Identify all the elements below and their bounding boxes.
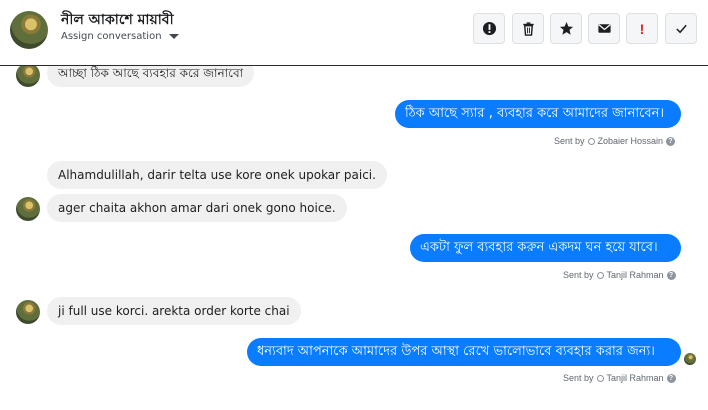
agent-icon	[596, 271, 604, 279]
trash-icon	[522, 22, 534, 36]
message-thread[interactable]: আচ্ছা ঠিক আছে ব্যবহার করে জানাবো ঠিক আছে…	[0, 59, 708, 410]
sent-by-prefix: Sent by	[554, 136, 585, 146]
sender-name[interactable]: Tanjil Rahman	[607, 373, 664, 383]
outgoing-message[interactable]: একটা ফুল ব্যবহার করুন একদম ঘন হয়ে যাবে।	[410, 234, 681, 262]
contact-avatar[interactable]	[10, 11, 48, 49]
help-icon[interactable]: ?	[666, 270, 676, 280]
contact-name[interactable]: নীল আকাশে মায়াবী	[61, 8, 174, 32]
contact-avatar	[16, 63, 40, 87]
sent-by-info: Sent by Zobaier Hossain ?	[554, 136, 676, 146]
mark-done-button[interactable]	[665, 13, 697, 44]
chevron-down-icon	[168, 34, 179, 39]
delete-button[interactable]	[512, 13, 544, 44]
help-icon[interactable]: ?	[666, 373, 676, 383]
incoming-message[interactable]: ji full use korci. arekta order korte ch…	[47, 297, 301, 325]
contact-avatar	[16, 197, 40, 221]
assign-conversation-label: Assign conversation	[61, 31, 162, 42]
mark-unread-button[interactable]	[588, 13, 620, 44]
incoming-message[interactable]: Alhamdulillah, darir telta use kore onek…	[47, 161, 387, 189]
envelope-icon	[597, 24, 611, 33]
star-button[interactable]	[550, 13, 582, 44]
contact-avatar	[16, 300, 40, 324]
incoming-message[interactable]: ager chaita akhon amar dari onek gono ho…	[47, 194, 347, 222]
follow-up-button[interactable]: !	[626, 13, 658, 44]
mark-spam-button[interactable]	[473, 13, 505, 44]
exclamation-icon: !	[639, 20, 645, 37]
sender-name[interactable]: Tanjil Rahman	[607, 270, 664, 280]
sent-by-prefix: Sent by	[563, 373, 594, 383]
sent-by-info: Sent by Tanjil Rahman ?	[563, 373, 676, 383]
sender-name[interactable]: Zobaier Hossain	[598, 136, 664, 146]
assign-conversation-dropdown[interactable]: Assign conversation	[61, 31, 179, 42]
sent-by-prefix: Sent by	[563, 270, 594, 280]
star-icon	[559, 21, 573, 35]
agent-icon	[587, 137, 595, 145]
outgoing-message[interactable]: ধন্যবাদ আপনাকে আমাদের উপর আস্থা রেখে ভাল…	[247, 338, 681, 366]
seen-avatar	[684, 353, 696, 365]
alert-icon	[482, 21, 496, 36]
agent-icon	[596, 374, 604, 382]
conversation-header: নীল আকাশে মায়াবী Assign conversation !	[0, 0, 708, 66]
outgoing-message[interactable]: ঠিক আছে স্যার , ব্যবহার করে আমাদের জানাব…	[395, 100, 681, 128]
sent-by-info: Sent by Tanjil Rahman ?	[563, 270, 676, 280]
help-icon[interactable]: ?	[666, 136, 676, 146]
check-icon	[675, 24, 687, 34]
